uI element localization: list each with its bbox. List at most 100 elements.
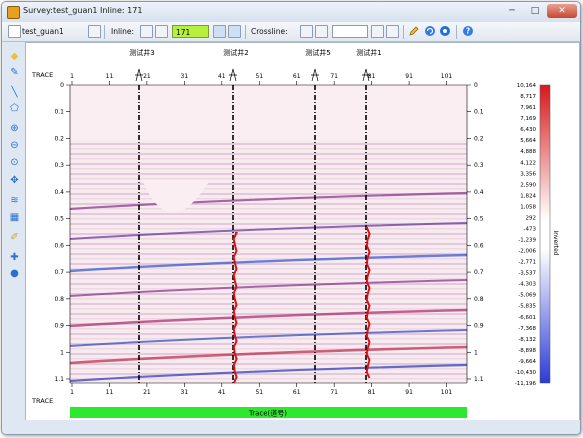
trace-label-top: 51 (255, 73, 263, 80)
time-label-right: 0.9 (474, 323, 484, 330)
pointer-icon[interactable]: ◆ (8, 50, 21, 63)
colorbar-value: -8,898 (518, 348, 536, 354)
colorbar-value: -5,069 (518, 293, 536, 299)
crossline-go-icon[interactable] (371, 25, 384, 38)
time-label-right: 0.8 (474, 296, 484, 303)
colorbar-value: -11,196 (515, 381, 537, 387)
trace-label-bottom: 21 (143, 389, 151, 396)
time-label-right: 0.3 (474, 162, 484, 169)
zoom-fit-icon[interactable]: ⊙ (8, 156, 21, 169)
colorbar-value: 1,058 (520, 204, 536, 210)
colorbar-value: 7,961 (520, 105, 536, 111)
globe-icon[interactable] (439, 25, 451, 37)
colorbar-value: -2,006 (518, 249, 536, 255)
time-label-right: 0.6 (474, 242, 484, 249)
well-name: 测试井5 (305, 48, 330, 57)
time-label-left: 0.4 (54, 189, 64, 196)
toolbar: test_guan1 Inline: 171 Crossline: ? (2, 22, 580, 42)
colorbar-value: 6,430 (520, 127, 536, 133)
line-draw-icon[interactable]: ╲ (8, 86, 21, 99)
trace-label-bottom: 71 (330, 389, 338, 396)
time-label-right: 0.2 (474, 135, 484, 142)
inline-prev-icon[interactable] (140, 25, 153, 38)
colorbar-value: 3,356 (520, 171, 536, 177)
trace-label-bottom: 101 (441, 389, 453, 396)
time-label-right: 1 (474, 349, 478, 356)
crossline-input[interactable] (332, 25, 368, 38)
grid-icon[interactable]: ▦ (8, 211, 21, 224)
trace-label-top: 91 (405, 73, 413, 80)
colorbar-value: -9,664 (518, 359, 536, 365)
time-label-right: 0.1 (474, 109, 484, 116)
polygon-icon[interactable]: ⬠ (8, 102, 21, 115)
colorbar-value: -4,303 (518, 282, 536, 288)
zoom-in-icon[interactable]: ⊕ (8, 122, 21, 135)
app-icon (7, 6, 20, 19)
pencil-icon[interactable] (408, 25, 420, 37)
time-label-left: 0.5 (54, 216, 64, 223)
trace-axis-label-bottom: TRACE (31, 397, 53, 405)
inline-step-icon[interactable] (228, 25, 241, 38)
time-label-right: 0.5 (474, 216, 484, 223)
crossline-prev-icon[interactable] (300, 25, 313, 38)
well-derrick-icon (362, 68, 370, 82)
colorbar-value: 1,824 (520, 193, 536, 199)
pick-icon[interactable]: ✐ (8, 231, 21, 244)
time-label-left: 0.1 (54, 109, 64, 116)
colorbar-value: 10,164 (517, 83, 537, 89)
trace-label-bottom: 1 (70, 389, 74, 396)
colorbar-value: 4,122 (520, 160, 536, 166)
colorbar-value: -8,132 (518, 337, 536, 343)
colorbar-value: 5,664 (520, 138, 536, 144)
help-icon[interactable]: ? (462, 25, 474, 37)
trace-label-top: 101 (441, 73, 453, 80)
seismic-section-svg[interactable]: TRACE TRACE Trace(道号) Inverted 10,164 8,7… (26, 43, 579, 419)
seismic-viewer-window: Survey:test_guan1 Inline: 171 ─ □ ✕ test… (1, 1, 581, 435)
colorbar-value: 4,888 (520, 149, 536, 155)
close-button[interactable]: ✕ (547, 4, 577, 18)
colorbar-value: -1,239 (518, 238, 536, 244)
trace-label-top: 41 (218, 73, 226, 80)
crossline-step-icon[interactable] (386, 25, 399, 38)
maximize-button[interactable]: □ (524, 4, 546, 18)
edit-icon[interactable]: ✎ (8, 66, 21, 79)
colorbar (539, 84, 551, 384)
status-bar (2, 420, 580, 434)
trace-label-top: 1 (70, 73, 74, 80)
colorbar-value: 2,590 (520, 182, 536, 188)
survey-select-icon[interactable] (88, 25, 101, 38)
refresh-icon[interactable] (424, 25, 436, 37)
trace-label-bottom: 31 (181, 389, 189, 396)
inline-next-icon[interactable] (155, 25, 168, 38)
info-icon[interactable]: ● (8, 267, 21, 280)
time-label-left: 0.8 (54, 296, 64, 303)
colorbar-label: Inverted (552, 230, 559, 255)
survey-name[interactable]: test_guan1 (22, 25, 64, 38)
crossline-next-icon[interactable] (315, 25, 328, 38)
well-name: 测试井3 (129, 48, 154, 57)
minimize-button[interactable]: ─ (501, 4, 523, 18)
time-label-left: 0 (60, 82, 64, 89)
colorbar-value: -6,601 (518, 315, 536, 321)
well-derrick-icon (311, 68, 319, 82)
trace-label-top: 31 (181, 73, 189, 80)
crossline-label: Crossline: (251, 27, 288, 36)
pan-icon[interactable]: ✥ (8, 174, 21, 187)
time-label-left: 0.7 (54, 269, 64, 276)
seismic-section-canvas[interactable]: TRACE TRACE Trace(道号) Inverted 10,164 8,7… (25, 42, 580, 434)
wiggle-icon[interactable]: ≋ (8, 194, 21, 207)
inline-input[interactable]: 171 (172, 25, 209, 38)
colorbar-value: 292 (526, 215, 537, 221)
well-name: 测试井1 (356, 48, 381, 57)
time-label-left: 0.9 (54, 323, 64, 330)
crosshair-icon[interactable]: ✚ (8, 251, 21, 264)
zoom-out-icon[interactable]: ⊖ (8, 139, 21, 152)
time-label-left: 1 (60, 349, 64, 356)
trace-label-top: 61 (293, 73, 301, 80)
inline-go-icon[interactable] (213, 25, 226, 38)
trace-axis-title: Trace(道号) (248, 409, 287, 418)
window-title: Survey:test_guan1 Inline: 171 (23, 6, 143, 15)
trace-label-bottom: 41 (218, 389, 226, 396)
trace-label-bottom: 51 (255, 389, 263, 396)
svg-text:?: ? (466, 27, 470, 36)
